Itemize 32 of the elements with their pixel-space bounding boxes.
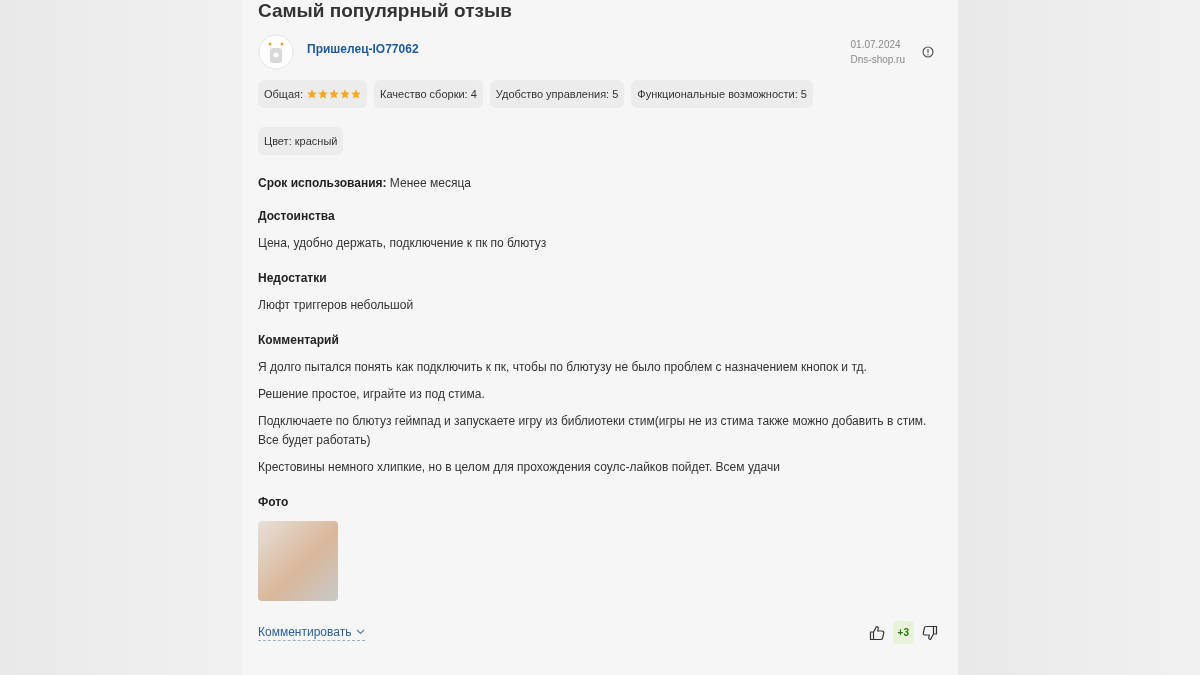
review-source: Dns-shop.ru bbox=[850, 54, 905, 65]
review-text: Цена, удобно держать, подключение к пк по блютуз bbox=[258, 235, 548, 252]
star-icon bbox=[307, 89, 318, 99]
caret-icon bbox=[356, 628, 366, 635]
rating-tag: Качество сборки: 4 bbox=[374, 80, 483, 108]
comment-link[interactable]: Комментировать bbox=[258, 624, 366, 641]
star-icon bbox=[340, 89, 351, 99]
rating-tag: Функциональные возможности: 5 bbox=[631, 80, 813, 108]
review-text: Крестовины немного хлипкие, но в целом для прохождения соулс-лайков пойдет. Всем удачи bbox=[258, 459, 781, 476]
vote-score: +3 bbox=[892, 621, 914, 644]
section-heading: Достоинства bbox=[258, 208, 336, 224]
star-icon bbox=[318, 89, 329, 99]
thumbs-up-icon bbox=[868, 624, 885, 641]
thumbs-down-icon bbox=[922, 624, 938, 641]
review-date: 01.07.2024 bbox=[850, 39, 901, 50]
review-text: Люфт триггеров небольшой bbox=[258, 297, 415, 314]
section-heading: Комментарий bbox=[258, 332, 340, 348]
star-icon bbox=[351, 89, 362, 99]
star-icon bbox=[329, 89, 340, 99]
review-text: Решение простое, играйте из под стима. bbox=[258, 386, 486, 403]
avatar-icon bbox=[258, 34, 294, 70]
rating-label: Общая: bbox=[264, 88, 304, 100]
author-link[interactable]: Пришелец-IO77062 bbox=[307, 42, 419, 56]
info-icon bbox=[922, 46, 934, 58]
rating-tag: Удобство управления: 5 bbox=[489, 80, 625, 108]
color-tag: Цвет: красный bbox=[258, 127, 344, 155]
review-text: Я долго пытался понять как подключить к пк, чтобы по блютузу не было проблем с назначением кнопок и тд. bbox=[258, 359, 868, 376]
section-heading: Недостатки bbox=[258, 270, 328, 286]
usage-text: Срок использования: Менее месяца bbox=[258, 175, 472, 191]
section-title: Самый популярный отзыв bbox=[258, 0, 513, 22]
review-text: Подключаете по блютуз геймпад и запускаете игру из библиотеки стим(игры не из стима также можно добавить в стим. Все будет работать) bbox=[258, 413, 928, 449]
section-heading: Фото bbox=[258, 494, 290, 510]
